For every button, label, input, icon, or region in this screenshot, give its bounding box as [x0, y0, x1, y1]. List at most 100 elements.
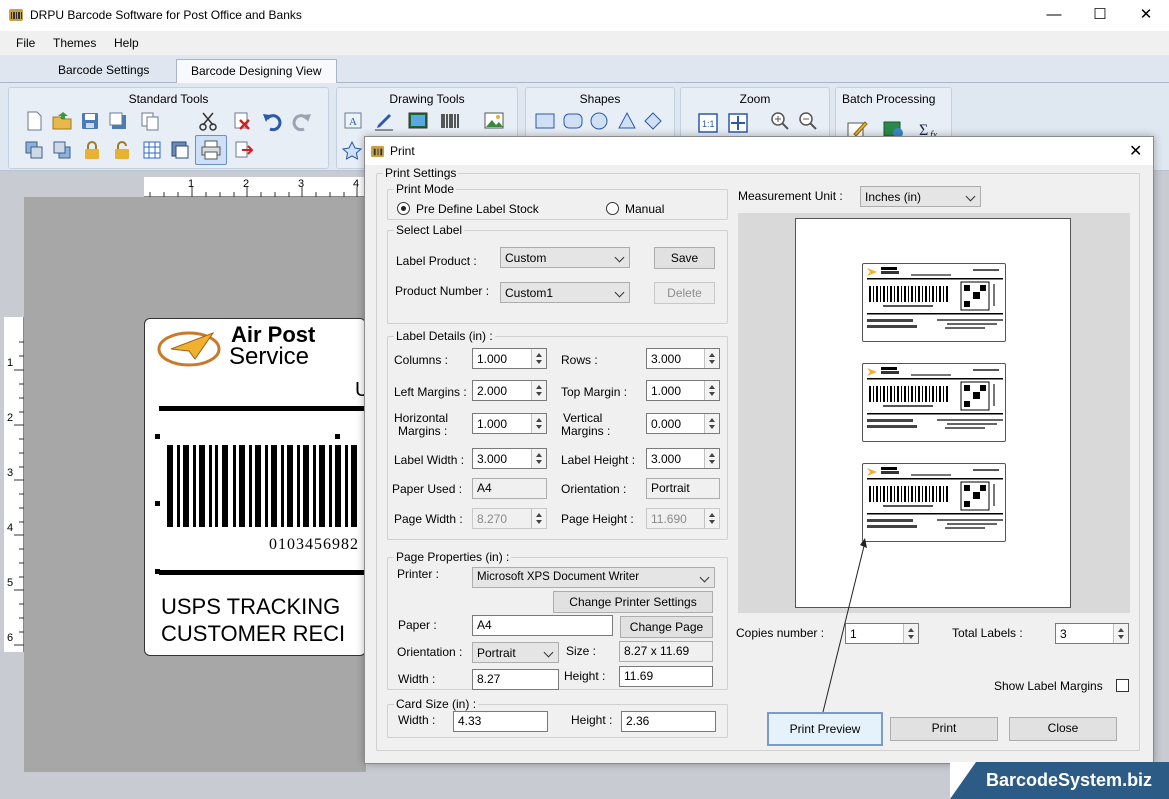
selection-handle[interactable] [155, 434, 160, 439]
barcode-label[interactable]: Air Post Service U 0103456982 USPS TRACK… [144, 318, 366, 656]
show-label-margins-checkbox[interactable] [1116, 679, 1129, 692]
save-as-icon[interactable] [107, 110, 129, 132]
horizontal-ruler: 1 2 3 4 [144, 177, 366, 197]
printer-select[interactable]: Microsoft XPS Document Writer [472, 567, 715, 588]
left-margins-label: Left Margins : [394, 385, 467, 399]
columns-value: 1.000 [477, 352, 508, 366]
print-preview-button[interactable]: Print Preview [767, 712, 883, 746]
label-width-value: 3.000 [477, 452, 508, 466]
image-settings-icon[interactable] [169, 139, 191, 161]
vruler-3: 3 [7, 467, 14, 479]
grid-icon[interactable] [141, 139, 163, 161]
close-window-button[interactable]: ✕ [1123, 0, 1169, 31]
selection-handle[interactable] [155, 501, 160, 506]
total-labels-spinner[interactable]: 3 [1055, 623, 1129, 644]
total-labels-value: 3 [1060, 627, 1067, 641]
card-width-field[interactable]: 4.33 [453, 711, 548, 732]
predefine-label-radio[interactable] [397, 202, 410, 215]
menu-help[interactable]: Help [114, 36, 139, 50]
label-product-select[interactable]: Custom [500, 247, 630, 268]
tab-barcode-designing-view[interactable]: Barcode Designing View [176, 59, 337, 83]
svg-text:A: A [349, 116, 357, 128]
delete-icon[interactable] [231, 110, 253, 132]
cut-icon[interactable] [197, 110, 219, 132]
columns-spinner[interactable]: 1.000 [472, 348, 547, 369]
pen-tool-icon[interactable] [373, 110, 395, 132]
ellipse-icon[interactable] [588, 110, 610, 132]
menu-file[interactable]: File [16, 36, 35, 50]
selection-handle[interactable] [335, 434, 340, 439]
rounded-rectangle-icon[interactable] [562, 110, 584, 132]
text-tool-icon[interactable]: A [343, 110, 365, 132]
top-margin-label: Top Margin : [561, 385, 628, 399]
product-number-select[interactable]: Custom1 [500, 282, 630, 303]
delete-button[interactable]: Delete [654, 282, 715, 304]
undo-icon[interactable] [261, 110, 283, 132]
export-icon[interactable] [233, 139, 255, 161]
top-margin-spinner[interactable]: 1.000 [646, 380, 720, 401]
measurement-unit-select[interactable]: Inches (in) [860, 186, 981, 207]
size-label: Size : [566, 644, 597, 658]
page-height-prop-field[interactable]: 11.69 [619, 666, 713, 687]
paper-used-field: A4 [472, 478, 547, 499]
picture-tool-icon[interactable] [407, 110, 429, 132]
page-width-prop-field[interactable]: 8.27 [472, 669, 559, 690]
rows-spinner[interactable]: 3.000 [646, 348, 720, 369]
rectangle-icon[interactable] [534, 110, 556, 132]
brand-watermark: BarcodeSystem.biz [950, 762, 1169, 799]
card-height-field[interactable]: 2.36 [621, 711, 716, 732]
diamond-icon[interactable] [642, 110, 664, 132]
hruler-2: 2 [243, 178, 250, 190]
tab-barcode-settings[interactable]: Barcode Settings [44, 59, 163, 83]
maximize-button[interactable]: ☐ [1077, 0, 1123, 31]
predefine-label-text: Pre Define Label Stock [416, 202, 539, 216]
fit-to-window-icon[interactable] [727, 112, 749, 134]
redo-icon[interactable] [291, 110, 313, 132]
copy-icon[interactable] [139, 110, 161, 132]
new-icon[interactable] [23, 110, 45, 132]
measurement-unit-value: Inches (in) [865, 190, 922, 204]
print-button[interactable]: Print [890, 717, 998, 741]
annotation-arrow [822, 538, 867, 713]
manual-text: Manual [625, 202, 665, 216]
change-printer-settings-button[interactable]: Change Printer Settings [553, 591, 713, 613]
menu-themes[interactable]: Themes [53, 36, 96, 50]
open-icon[interactable] [51, 110, 73, 132]
rows-value: 3.000 [651, 352, 682, 366]
zoom-in-icon[interactable] [769, 110, 791, 132]
orientation-select[interactable]: Portrait [472, 642, 559, 663]
menu-bar: File Themes Help [0, 31, 1169, 55]
paper-used-label: Paper Used : [392, 482, 463, 496]
v-margins-spinner[interactable]: 0.000 [646, 413, 720, 434]
standard-tools-label: Standard Tools [128, 92, 209, 106]
card-width-label: Width : [398, 713, 436, 727]
close-button[interactable]: Close [1009, 717, 1117, 741]
triangle-icon[interactable] [616, 110, 638, 132]
h-margins-spinner[interactable]: 1.000 [472, 413, 547, 434]
send-back-icon[interactable] [51, 139, 73, 161]
image-tool-icon[interactable] [483, 110, 505, 132]
preview-label-art [867, 367, 1003, 429]
label-width-spinner[interactable]: 3.000 [472, 448, 547, 469]
save-icon[interactable] [79, 110, 101, 132]
unlock-icon[interactable] [111, 139, 133, 161]
change-page-button[interactable]: Change Page [620, 616, 713, 638]
print-icon[interactable] [195, 135, 227, 165]
left-margins-spinner[interactable]: 2.000 [472, 380, 547, 401]
star-tool-icon[interactable] [341, 140, 363, 162]
orientation-label: Orientation : [397, 645, 463, 659]
hruler-1: 1 [188, 178, 195, 190]
zoom-out-icon[interactable] [797, 110, 819, 132]
bring-front-icon[interactable] [23, 139, 45, 161]
paper-field[interactable]: A4 [472, 615, 613, 636]
manual-radio[interactable] [606, 202, 619, 215]
save-button[interactable]: Save [654, 247, 715, 269]
dialog-close-icon[interactable]: ✕ [1129, 141, 1142, 161]
label-height-spinner[interactable]: 3.000 [646, 448, 720, 469]
top-margin-value: 1.000 [651, 384, 682, 398]
minimize-button[interactable]: — [1031, 0, 1077, 31]
preview-label [862, 263, 1006, 342]
lock-icon[interactable] [81, 139, 103, 161]
barcode-tool-icon[interactable] [439, 110, 461, 132]
actual-size-icon[interactable]: 1:1 [697, 112, 719, 134]
